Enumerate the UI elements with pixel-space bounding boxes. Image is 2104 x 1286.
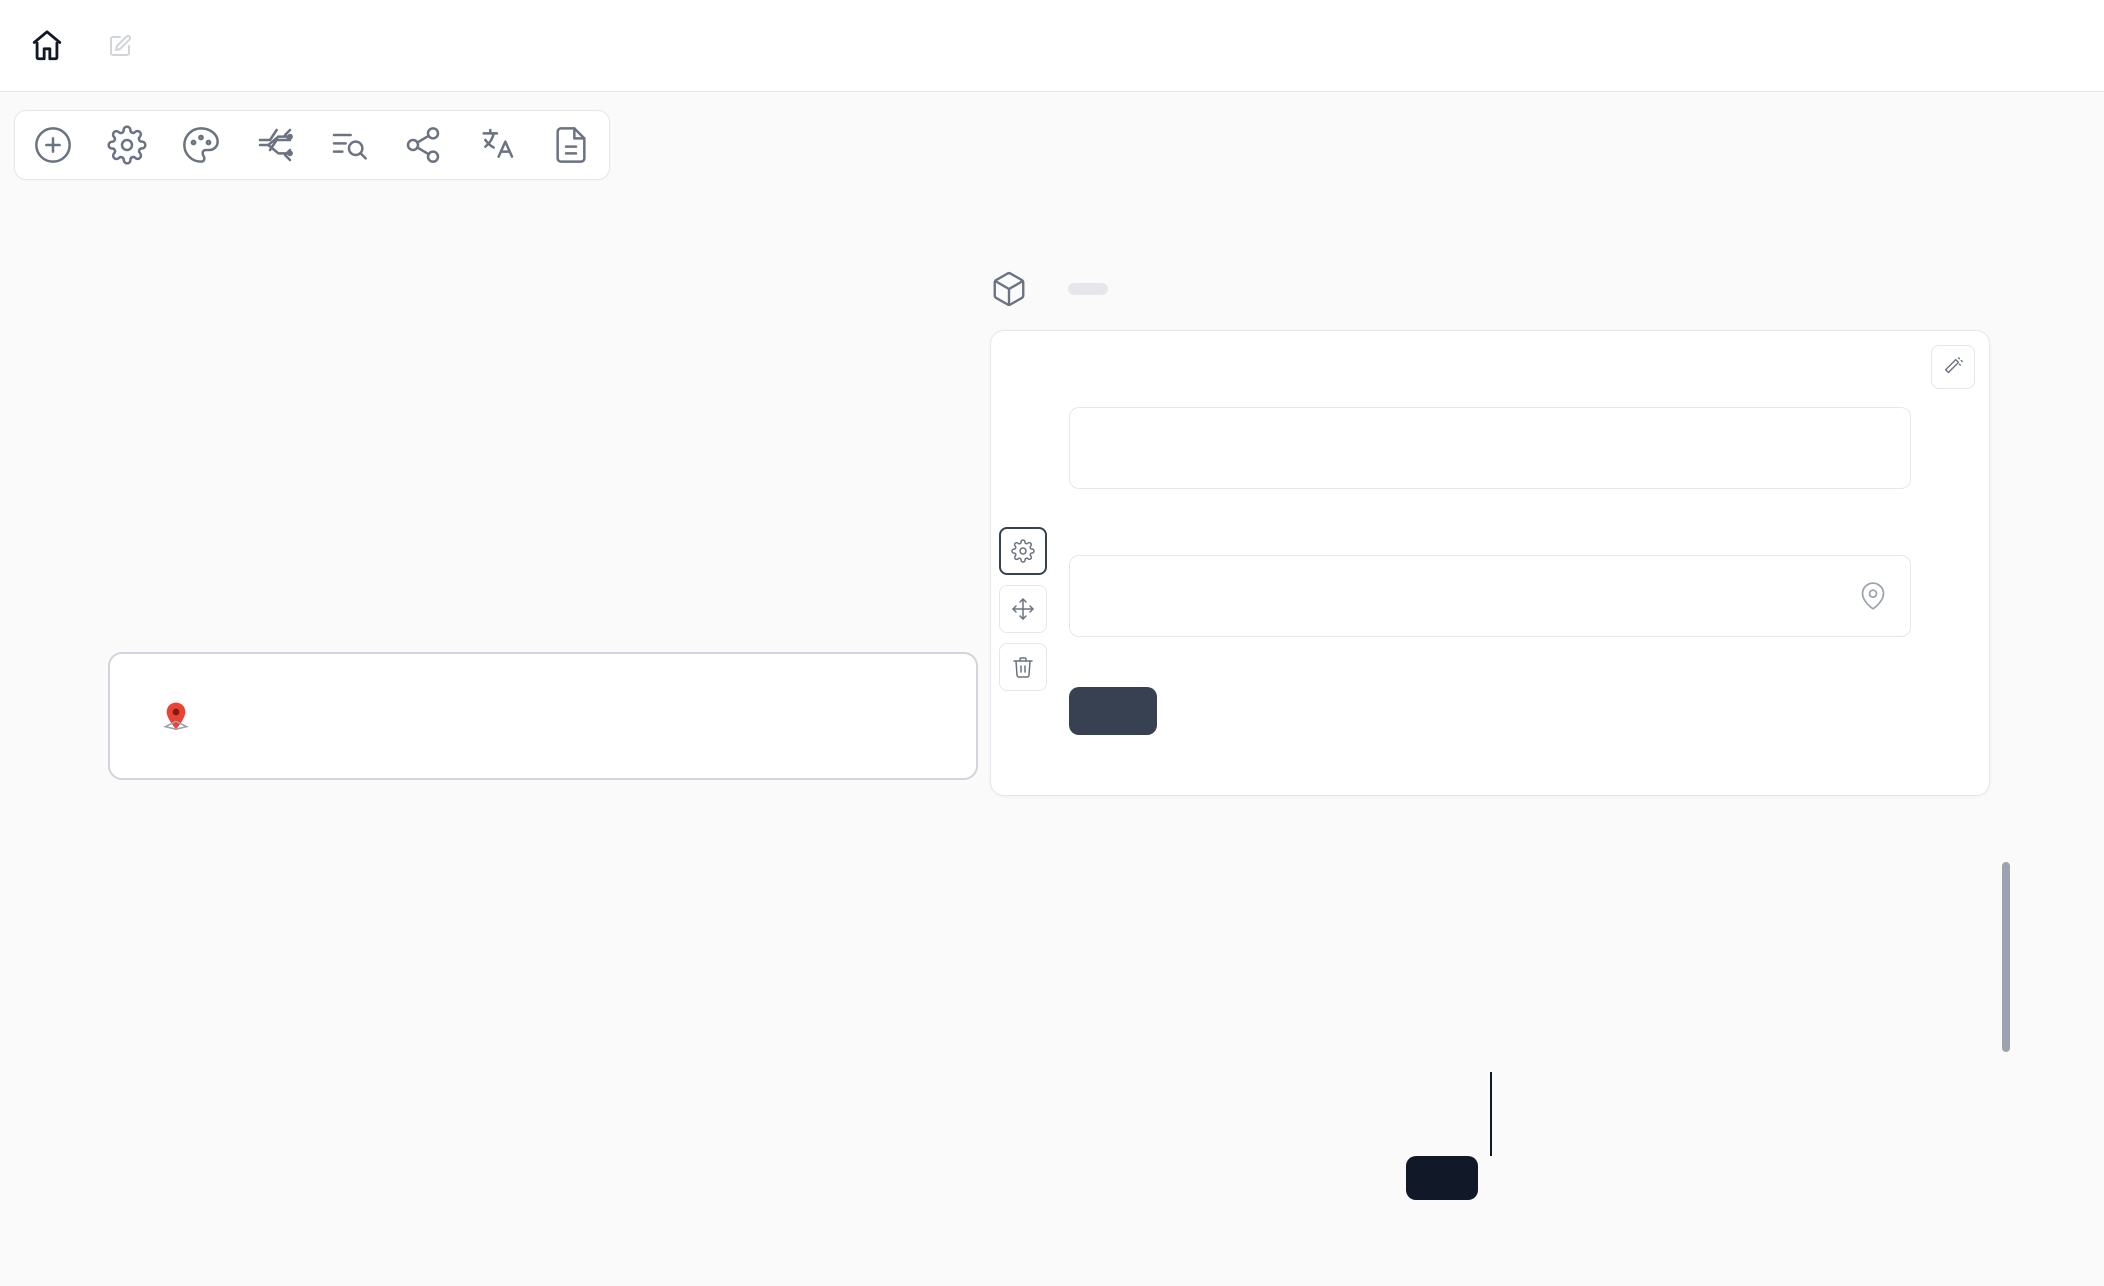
connect-google-places-card[interactable] [108, 652, 978, 780]
field-name[interactable] [1069, 385, 1911, 489]
gear-icon[interactable] [107, 125, 147, 165]
trash-icon[interactable] [999, 643, 1047, 691]
magic-wand-icon[interactable] [1931, 345, 1975, 389]
form-card [990, 330, 1990, 796]
cube-icon[interactable] [990, 270, 1028, 308]
pencil-icon[interactable] [108, 34, 132, 58]
search-list-icon[interactable] [329, 125, 369, 165]
translate-icon[interactable] [477, 125, 517, 165]
company-row [990, 270, 1108, 308]
top-bar-left [30, 29, 132, 63]
palette-icon[interactable] [181, 125, 221, 165]
location-pin-icon [1859, 582, 1887, 610]
plus-circle-icon[interactable] [33, 125, 73, 165]
tabs [1362, 16, 2074, 75]
add-step-button[interactable] [1406, 1156, 1478, 1200]
submit-button[interactable] [1069, 687, 1157, 735]
scrollbar-thumb[interactable] [2002, 862, 2010, 1052]
home-icon[interactable] [30, 29, 64, 63]
move-icon[interactable] [999, 585, 1047, 633]
top-bar [0, 0, 2104, 92]
field-tools [999, 527, 1047, 691]
toolbar [14, 110, 610, 180]
field-settings-icon[interactable] [999, 527, 1047, 575]
title-row [92, 34, 132, 58]
connector-line [1490, 1072, 1492, 1156]
canvas[interactable] [0, 92, 2104, 1286]
branch-icon[interactable] [255, 125, 295, 165]
share-nodes-icon[interactable] [403, 125, 443, 165]
name-input[interactable] [1069, 407, 1911, 489]
map-pin-icon [160, 700, 192, 732]
field-address[interactable] [1069, 533, 1911, 637]
address-input[interactable] [1069, 555, 1911, 637]
document-icon[interactable] [551, 125, 591, 165]
domain-badge[interactable] [1068, 283, 1108, 295]
